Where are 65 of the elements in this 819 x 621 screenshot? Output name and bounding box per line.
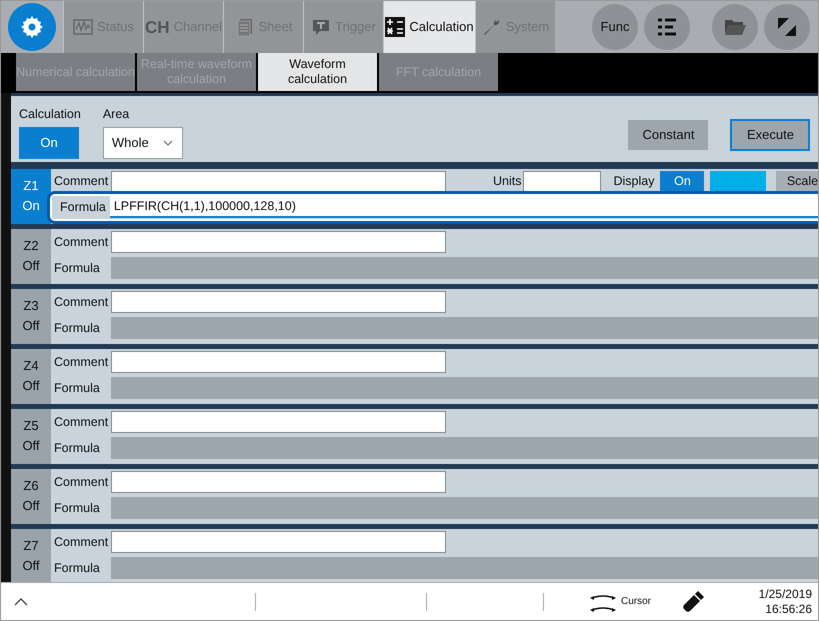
- formula-label: Formula: [54, 560, 101, 577]
- trigger-icon: [311, 17, 332, 37]
- scale-button[interactable]: Scale: [776, 170, 818, 193]
- top-tab[interactable]: Calculation: [383, 1, 475, 53]
- channel-toggle[interactable]: Z3 Off: [11, 288, 51, 344]
- resize-icon: [775, 15, 799, 39]
- formula-field[interactable]: [111, 317, 818, 340]
- calculator-icon: [385, 17, 406, 37]
- tab-mark: CH: [145, 18, 170, 36]
- channel-toggle[interactable]: Z1 On: [11, 168, 51, 224]
- formula-field[interactable]: [111, 437, 818, 460]
- channel-toggle[interactable]: Z6 Off: [11, 468, 51, 524]
- comment-field[interactable]: [111, 471, 446, 494]
- formula-label: Formula: [54, 320, 101, 337]
- sheet-icon: [234, 17, 254, 37]
- formula-label: Formula: [54, 500, 101, 517]
- formula-field[interactable]: [111, 377, 818, 400]
- sub-tab[interactable]: Waveform calculation: [258, 53, 377, 91]
- units-field[interactable]: [523, 170, 602, 193]
- comment-field[interactable]: [111, 531, 446, 554]
- settings-icon: [20, 15, 44, 39]
- settings-button[interactable]: [8, 3, 56, 51]
- status-time: 16:56:26: [765, 602, 812, 616]
- formula-label: Formula: [54, 380, 101, 397]
- channel-toggle[interactable]: Z5 Off: [11, 408, 51, 464]
- display-toggle[interactable]: On: [660, 170, 704, 193]
- formula-label: Formula: [54, 440, 101, 457]
- comment-label: Comment: [54, 474, 109, 491]
- channel-toggle[interactable]: Z2 Off: [11, 228, 51, 284]
- channel-toggle[interactable]: Z7 Off: [11, 528, 51, 582]
- area-label: Area: [102, 106, 130, 123]
- calculation-toggle[interactable]: On: [19, 126, 79, 159]
- folder-button[interactable]: [712, 4, 758, 50]
- constant-button[interactable]: Constant: [628, 120, 708, 150]
- formula-field[interactable]: [111, 557, 818, 580]
- formula-label: Formula: [60, 198, 106, 216]
- calculation-label: Calculation: [19, 106, 81, 123]
- comment-field[interactable]: [111, 291, 446, 314]
- comment-label: Comment: [54, 173, 109, 190]
- formula-field[interactable]: LPFFIR(CH(1,1),100000,128,10): [110, 196, 818, 218]
- comment-field[interactable]: [111, 411, 446, 434]
- comment-label: Comment: [54, 414, 109, 431]
- func-button[interactable]: Func: [592, 4, 638, 50]
- comment-field[interactable]: [111, 231, 446, 254]
- area-dropdown[interactable]: Whole: [102, 126, 183, 159]
- waveform-icon: [73, 17, 94, 37]
- wrench-icon: [482, 17, 502, 37]
- comment-label: Comment: [54, 234, 109, 251]
- cursor-label: Cursor: [621, 595, 652, 609]
- display-label: Display: [613, 173, 654, 190]
- formula-label: Formula: [54, 260, 101, 277]
- formula-field[interactable]: [111, 257, 818, 280]
- comment-field[interactable]: [111, 351, 446, 374]
- color-button[interactable]: [710, 170, 766, 193]
- comment-field[interactable]: [111, 170, 446, 193]
- list-button[interactable]: [644, 4, 690, 50]
- comment-label: Comment: [54, 294, 109, 311]
- status-date: 1/25/2019: [758, 586, 812, 602]
- formula-field[interactable]: [111, 497, 818, 520]
- execute-button[interactable]: Execute: [730, 119, 810, 151]
- resize-button[interactable]: [764, 4, 810, 50]
- comment-label: Comment: [54, 354, 109, 371]
- units-label: Units: [493, 173, 522, 190]
- comment-label: Comment: [54, 534, 109, 551]
- channel-toggle[interactable]: Z4 Off: [11, 348, 51, 404]
